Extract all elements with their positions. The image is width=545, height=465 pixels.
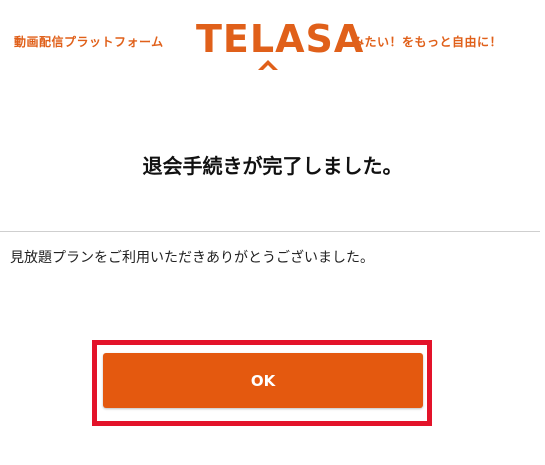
thank-you-message: 見放題プランをご利用いただきありがとうございました。 — [10, 250, 374, 266]
header-tagline-right: みたい！をもっと自由に！ — [352, 35, 503, 49]
logo-mark-icon — [258, 60, 278, 70]
logo-text: TELASA — [196, 17, 365, 61]
header-tagline-left: 動画配信プラットフォーム — [14, 35, 164, 49]
telasa-logo[interactable]: TELASA — [196, 16, 363, 70]
site-header: 動画配信プラットフォーム TELASA みたい！をもっと自由に！ — [0, 0, 545, 80]
ok-button[interactable]: OK — [103, 353, 423, 408]
page-title: 退会手続きが完了しました。 — [142, 154, 403, 178]
divider — [0, 231, 540, 232]
